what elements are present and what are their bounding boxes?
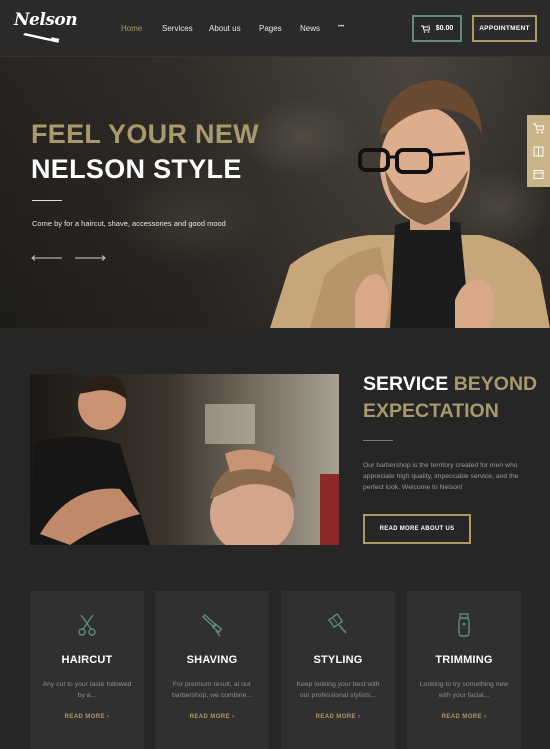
card-read-more-link[interactable]: READ MORE › [30, 714, 144, 720]
service-title-gold: BEYOND [453, 373, 538, 395]
appointment-button[interactable]: Appointment [472, 15, 537, 42]
floating-toolbar [527, 115, 550, 187]
hero-title-line2: NELSON STYLE [31, 154, 242, 184]
prev-arrow-icon[interactable] [31, 255, 63, 261]
logo-text: Nelson [14, 10, 78, 30]
service-card-haircut[interactable]: HAIRCUT Any cut to your taste followed b… [30, 591, 144, 749]
razor-logo-icon [23, 33, 60, 43]
hero-model-image [270, 80, 550, 328]
hero-subtitle: Come by for a haircut, shave, accessorie… [32, 219, 226, 228]
nav-more[interactable]: ••• [338, 24, 344, 30]
hero-divider [32, 200, 62, 201]
brush-icon [328, 613, 347, 634]
card-title: STYLING [313, 654, 363, 666]
card-title: TRIMMING [435, 654, 493, 666]
card-read-more-link[interactable]: READ MORE › [281, 714, 395, 720]
card-title: HAIRCUT [61, 654, 113, 666]
next-arrow-icon[interactable] [74, 255, 106, 261]
cart-total: $0.00 [435, 25, 454, 32]
service-card-trimming[interactable]: TRIMMING Looking to try something new wi… [407, 591, 521, 749]
service-title-white: SERVICE [363, 373, 449, 395]
service-card-shaving[interactable]: SHAVING For premium result, at our barbe… [155, 591, 269, 749]
logo[interactable]: Nelson [14, 10, 78, 44]
read-more-about-us-button[interactable]: READ MORE ABOUT US [363, 514, 471, 544]
service-title-line2: EXPECTATION [363, 400, 499, 422]
card-description: For premium result, at our barbershop, w… [171, 681, 253, 699]
cart-icon[interactable] [533, 123, 544, 134]
nav-news[interactable]: News [300, 24, 320, 33]
hero-section: FEEL YOUR NEW NELSON STYLE Come by for a… [0, 57, 550, 328]
cart-icon [420, 24, 430, 33]
card-title: SHAVING [186, 654, 238, 666]
book-icon[interactable] [533, 146, 544, 157]
site-header: Nelson Home Services About us Pages News… [0, 0, 550, 57]
nav-services[interactable]: Services [162, 24, 193, 33]
cart-button[interactable]: $0.00 [412, 15, 462, 42]
card-description: Any cut to your taste followed by a... [42, 681, 132, 699]
service-card-styling[interactable]: STYLING Keep looking your best with our … [281, 591, 395, 749]
card-description: Looking to try something new with your f… [419, 681, 509, 699]
nav-home[interactable]: Home [121, 24, 142, 33]
nav-about-us[interactable]: About us [209, 24, 241, 33]
hero-title-line1: FEEL YOUR NEW [31, 119, 259, 149]
window-icon[interactable] [533, 169, 544, 180]
scissors-icon [78, 614, 96, 636]
card-read-more-link[interactable]: READ MORE › [407, 714, 521, 720]
service-description: Our barbershop is the territory created … [363, 462, 519, 491]
service-divider [363, 440, 393, 441]
card-read-more-link[interactable]: READ MORE › [155, 714, 269, 720]
nav-pages[interactable]: Pages [259, 24, 282, 33]
card-description: Keep looking your best with our professi… [296, 681, 380, 699]
service-title-line1: SERVICE BEYOND [363, 373, 537, 396]
trimmer-icon [458, 613, 470, 637]
razor-icon [202, 614, 222, 637]
barber-photo [30, 374, 339, 545]
